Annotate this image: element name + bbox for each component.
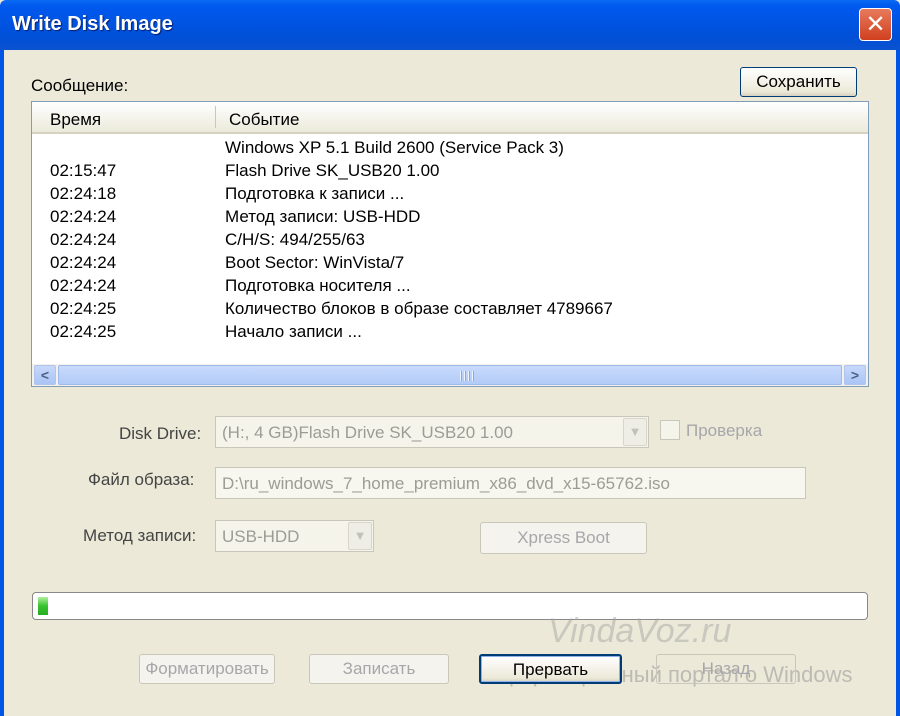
log-row[interactable]: 02:24:18 Подготовка к записи ... — [32, 182, 868, 205]
log-event: Boot Sector: WinVista/7 — [225, 253, 405, 272]
format-button: Форматировать — [139, 654, 275, 684]
progress-bar — [32, 592, 868, 620]
log-event: Метод записи: USB-HDD — [225, 207, 421, 226]
log-row[interactable]: 02:24:24 C/H/S: 494/255/63 — [32, 228, 868, 251]
log-row[interactable]: 02:24:24 Boot Sector: WinVista/7 — [32, 251, 868, 274]
close-button[interactable]: ✕ — [859, 8, 892, 41]
image-file-label: Файл образа: — [88, 470, 195, 489]
disk-drive-label: Disk Drive: — [119, 424, 202, 443]
log-time: 02:24:24 — [50, 207, 117, 226]
back-button: Назад — [656, 654, 796, 684]
log-event: C/H/S: 494/255/63 — [225, 230, 365, 249]
log-row[interactable]: Windows XP 5.1 Build 2600 (Service Pack … — [32, 136, 868, 159]
log-time: 02:24:18 — [50, 184, 117, 203]
column-header-event[interactable]: Событие — [229, 110, 299, 130]
chevron-right-icon: > — [850, 367, 860, 383]
grip-icon — [460, 371, 474, 381]
column-separator[interactable] — [215, 106, 216, 128]
window-frame-left — [0, 50, 4, 716]
log-row[interactable]: 02:24:24 Метод записи: USB-HDD — [32, 205, 868, 228]
progress-fill — [38, 597, 48, 615]
chevron-left-icon: < — [40, 367, 50, 383]
message-label: Сообщение: — [31, 76, 129, 95]
log-event: Windows XP 5.1 Build 2600 (Service Pack … — [225, 138, 564, 157]
window-frame-right — [896, 50, 900, 716]
chevron-down-icon: ▼ — [348, 522, 372, 550]
log-event: Количество блоков в образе составляет 47… — [225, 299, 613, 318]
watermark-logo: VindaVoz.ru — [548, 612, 732, 650]
log-event: Подготовка носителя ... — [225, 276, 411, 295]
close-icon: ✕ — [865, 11, 886, 38]
horizontal-scrollbar[interactable]: < > — [32, 364, 868, 386]
log-time: 02:24:24 — [50, 276, 117, 295]
write-method-select: USB-HDD ▼ — [215, 520, 374, 552]
log-row[interactable]: 02:15:47 Flash Drive SK_USB20 1.00 — [32, 159, 868, 182]
log-list-header: Время Событие — [32, 102, 868, 134]
chevron-down-icon: ▼ — [623, 418, 647, 446]
log-rows: Windows XP 5.1 Build 2600 (Service Pack … — [32, 136, 868, 343]
log-time: 02:15:47 — [50, 161, 117, 180]
title-bar: Write Disk Image ✕ — [0, 0, 900, 50]
scroll-left-button[interactable]: < — [34, 365, 56, 385]
log-event: Подготовка к записи ... — [225, 184, 405, 203]
log-row[interactable]: 02:24:25 Количество блоков в образе сост… — [32, 297, 868, 320]
log-time: 02:24:25 — [50, 299, 117, 318]
scrollbar-thumb[interactable] — [58, 365, 842, 385]
xpress-boot-button: Xpress Boot — [480, 522, 647, 554]
write-button: Записать — [309, 654, 449, 684]
save-button[interactable]: Сохранить — [740, 67, 857, 97]
write-method-label: Метод записи: — [83, 526, 197, 545]
log-row[interactable]: 02:24:24 Подготовка носителя ... — [32, 274, 868, 297]
column-header-time[interactable]: Время — [50, 110, 101, 130]
verify-checkbox — [660, 420, 680, 440]
verify-label: Проверка — [686, 421, 763, 440]
log-list[interactable]: Время Событие Windows XP 5.1 Build 2600 … — [31, 101, 869, 387]
log-event: Начало записи ... — [225, 322, 362, 341]
disk-drive-value: (H:, 4 GB)Flash Drive SK_USB20 1.00 — [222, 423, 514, 442]
scroll-right-button[interactable]: > — [844, 365, 866, 385]
log-event: Flash Drive SK_USB20 1.00 — [225, 161, 440, 180]
log-time: 02:24:24 — [50, 230, 117, 249]
image-file-value: D:\ru_windows_7_home_premium_x86_dvd_x15… — [222, 474, 670, 493]
disk-drive-select: (H:, 4 GB)Flash Drive SK_USB20 1.00 ▼ — [215, 416, 649, 448]
window-title: Write Disk Image — [12, 13, 173, 35]
log-time: 02:24:25 — [50, 322, 117, 341]
write-method-value: USB-HDD — [222, 527, 300, 546]
log-time: 02:24:24 — [50, 253, 117, 272]
log-row[interactable]: 02:24:25 Начало записи ... — [32, 320, 868, 343]
abort-button[interactable]: Прервать — [479, 654, 622, 684]
image-file-field: D:\ru_windows_7_home_premium_x86_dvd_x15… — [215, 467, 806, 499]
